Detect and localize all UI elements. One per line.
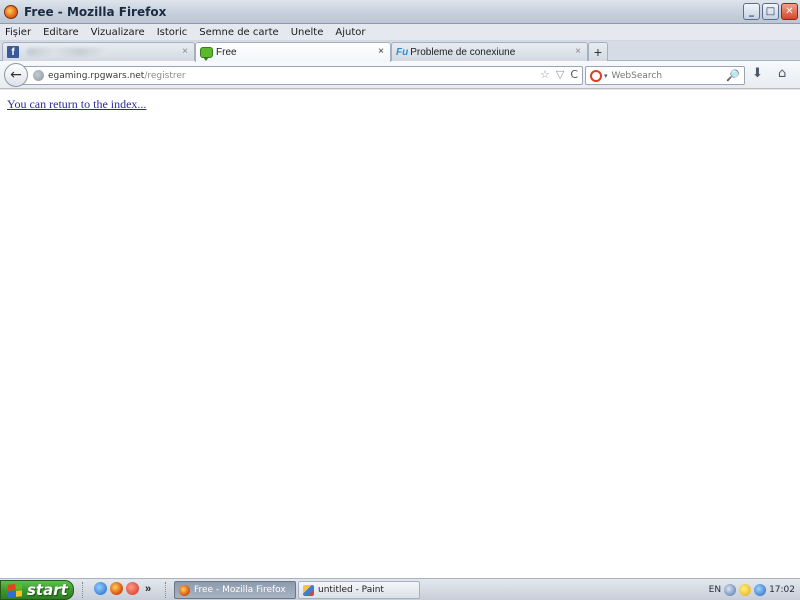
maximize-button[interactable]: □ [762, 3, 779, 20]
taskbar-button-label: Free - Mozilla Firefox [194, 585, 286, 595]
quick-launch: » [94, 582, 151, 595]
windows-flag-icon [8, 582, 22, 598]
tab-close-icon[interactable]: × [575, 46, 581, 57]
window-titlebar[interactable]: Free - Mozilla Firefox _ □ ✕ [0, 0, 800, 24]
search-icon[interactable]: 🔎 [726, 69, 740, 82]
window-controls: _ □ ✕ [743, 3, 798, 20]
url-host: egaming.rpgwars.net [48, 70, 145, 81]
url-path: /registrer [144, 70, 186, 81]
menu-bookmarks[interactable]: Semne de carte [193, 27, 284, 38]
bookmark-star-icon[interactable]: ☆ [540, 68, 550, 81]
firefox-icon [4, 4, 18, 19]
history-dropdown-icon[interactable]: ▽ [556, 68, 564, 81]
tab-label: Probleme de conexiune [410, 46, 516, 58]
blurred-tab-title [27, 48, 107, 56]
chat-bubble-icon [200, 47, 213, 61]
navigation-toolbar: ← egaming.rpgwars.net/registrer ☆ ▽ C ▾ … [0, 61, 800, 89]
search-engine-dropdown-icon[interactable]: ▾ [604, 72, 608, 80]
search-bar[interactable]: ▾ WebSearch 🔎 [585, 66, 745, 85]
menu-view[interactable]: Vizualizare [85, 27, 151, 38]
firefox-icon [179, 584, 190, 596]
url-bar[interactable]: egaming.rpgwars.net/registrer ☆ ▽ C [20, 66, 583, 85]
close-button[interactable]: ✕ [781, 3, 798, 20]
page-content: You can return to the index... [0, 90, 800, 578]
new-tab-button[interactable]: + [588, 42, 608, 61]
facebook-icon: f [7, 46, 19, 58]
taskbar-button-paint[interactable]: untitled - Paint [298, 581, 420, 599]
tab-free[interactable]: Free × [195, 42, 391, 62]
clock[interactable]: 17:02 [769, 585, 795, 595]
menu-file[interactable]: Fișier [0, 27, 37, 38]
firefox-icon[interactable] [110, 582, 123, 595]
search-engine-icon[interactable] [590, 69, 602, 82]
back-button[interactable]: ← [4, 63, 28, 87]
tab-facebook[interactable]: f × [2, 42, 195, 61]
start-label: start [27, 581, 68, 599]
search-input[interactable]: WebSearch [612, 71, 663, 81]
tray-show-hidden-icon[interactable] [724, 584, 737, 596]
messenger-icon[interactable] [739, 584, 752, 596]
menu-help[interactable]: Ajutor [329, 27, 371, 38]
window-title: Free - Mozilla Firefox [24, 4, 167, 19]
menu-history[interactable]: Istoric [151, 27, 194, 38]
url-text[interactable]: egaming.rpgwars.net/registrer [48, 71, 186, 81]
tab-close-icon[interactable]: × [182, 46, 188, 57]
paint-icon [303, 584, 314, 596]
menu-bar: Fișier Editare Vizualizare Istoric Semne… [0, 24, 800, 41]
quick-launch-more-icon[interactable]: » [145, 583, 151, 595]
tab-probleme-de-conexiune[interactable]: Fu Probleme de conexiune × [391, 42, 588, 61]
download-icon[interactable]: ⬇ [752, 66, 763, 81]
opera-icon[interactable] [126, 582, 139, 595]
taskbar: start » Free - Mozilla Firefox untitled … [0, 578, 800, 600]
taskbar-grip[interactable] [165, 582, 168, 598]
fu-forum-icon: Fu [396, 46, 409, 58]
reload-icon[interactable]: C [570, 68, 578, 81]
tab-close-icon[interactable]: × [378, 46, 384, 57]
menu-edit[interactable]: Editare [37, 27, 85, 38]
taskbar-button-firefox[interactable]: Free - Mozilla Firefox [174, 581, 296, 599]
url-bar-icons: ☆ ▽ C [540, 68, 578, 81]
start-button[interactable]: start [0, 580, 74, 600]
taskbar-button-label: untitled - Paint [318, 585, 384, 595]
network-icon[interactable] [754, 584, 767, 596]
language-indicator[interactable]: EN [709, 585, 721, 595]
tab-label: Free [216, 47, 237, 58]
menu-tools[interactable]: Unelte [285, 27, 330, 38]
system-tray: EN 17:02 [704, 580, 800, 600]
taskbar-grip[interactable] [82, 582, 85, 598]
internet-explorer-icon[interactable] [94, 582, 107, 595]
minimize-button[interactable]: _ [743, 3, 760, 20]
home-icon[interactable]: ⌂ [778, 66, 786, 81]
return-to-index-link[interactable]: You can return to the index... [7, 97, 146, 112]
globe-icon [33, 70, 44, 81]
tab-strip: f × Free × Fu Probleme de conexiune × + [0, 41, 800, 62]
